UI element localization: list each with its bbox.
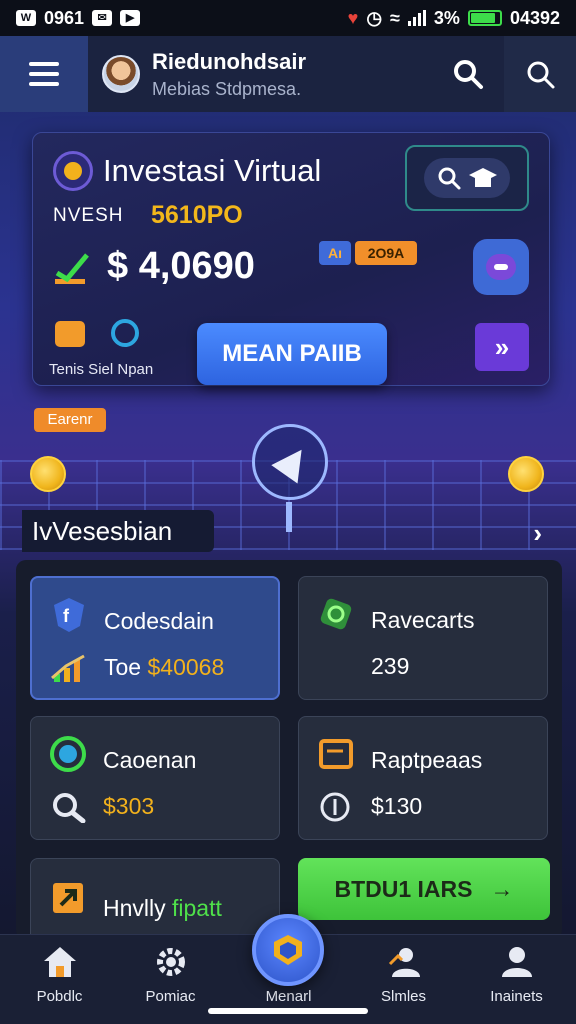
cta-button[interactable]: BTDU1 IARS → — [298, 858, 550, 920]
hero-label-value: 5610PO — [151, 201, 243, 229]
hero-search-button[interactable] — [405, 145, 529, 211]
next-button[interactable]: » — [475, 323, 529, 371]
search-icon — [454, 60, 483, 89]
coin-outline-icon — [320, 792, 350, 822]
alarm-icon: ◷ — [366, 7, 383, 28]
status-time: 0961 — [44, 7, 85, 28]
section-more-arrow[interactable]: › — [533, 518, 542, 549]
compass-icon — [252, 424, 328, 500]
search-icon — [527, 61, 555, 89]
tile-value: $130 — [371, 793, 423, 819]
tile-hnvlly[interactable]: Hnvlly fipatt — [30, 858, 280, 934]
coin-badge-icon — [53, 151, 93, 191]
home-indicator[interactable] — [208, 1008, 368, 1014]
hero-label: NVESH — [53, 205, 124, 226]
nav-label: Menarl — [265, 988, 312, 1005]
search-alt-button[interactable] — [504, 36, 576, 112]
people-icon — [388, 948, 420, 977]
message-icon: ✉ — [92, 10, 113, 26]
center-action-button[interactable] — [252, 914, 324, 986]
svg-text:f: f — [63, 606, 70, 626]
tile-value: $303 — [103, 793, 155, 819]
trend-up-icon — [55, 253, 89, 284]
chip-label-b: 2O9A — [355, 241, 417, 265]
nav-item-home[interactable]: Pobdlc — [2, 935, 117, 1024]
tile-value: 239 — [371, 653, 410, 679]
money-icon — [320, 598, 352, 630]
primary-action-button[interactable]: MEAN PAIIB — [197, 323, 387, 385]
arrow-box-icon — [53, 883, 83, 913]
center-badge-icon — [274, 935, 302, 965]
status-bar: W 0961 ✉ ▶ ♥ ◷ ≈ 3% 04392 — [0, 0, 576, 36]
battery-icon — [467, 10, 502, 26]
cta-label: BTDU1 IARS — [334, 875, 473, 902]
battery-percent: 3% — [433, 7, 460, 28]
hero-title: Investasi Virtual — [103, 153, 322, 188]
hero-caption: Tenis Siel Npan — [49, 361, 154, 378]
profile-name: Riedunohdsair — [152, 48, 307, 74]
search-icon — [438, 167, 461, 190]
tile-codesdain[interactable]: f Codesdain Toe $40068 — [30, 576, 280, 700]
tile-title: Raptpeaas — [371, 747, 483, 773]
wallet-icon — [319, 739, 353, 769]
gear-icon — [156, 948, 185, 976]
chat-button[interactable] — [473, 239, 529, 295]
tile-value: Toe $40068 — [104, 654, 225, 680]
tile-title: Hnvlly fipatt — [103, 895, 222, 921]
coin-icon — [508, 456, 544, 492]
tile-title: Caoenan — [103, 747, 197, 773]
signal-icon — [407, 10, 426, 26]
menu-icon — [29, 62, 59, 66]
notification-icon: W — [16, 10, 36, 26]
investment-hero-card: Investasi Virtual NVESH 5610PO $ 4,0690 … — [32, 132, 550, 386]
home-icon — [43, 947, 76, 977]
nav-label: Pobdlc — [36, 988, 83, 1005]
top-app-bar: Riedunohdsair Mebias Stdpmesa. — [0, 36, 576, 112]
growth-chart-icon — [51, 654, 85, 682]
profile-subtitle: Mebias Stdpmesa. — [152, 78, 302, 99]
compass-stem — [286, 502, 292, 532]
shield-f-icon: f — [54, 598, 84, 632]
avatar[interactable] — [102, 55, 140, 93]
tile-title: Ravecarts — [371, 607, 475, 633]
coin-icon — [30, 456, 66, 492]
nav-label: Inainets — [490, 988, 543, 1005]
heart-icon: ♥ — [347, 7, 359, 28]
chip-label-a: Aı — [319, 241, 351, 265]
search-button[interactable] — [432, 36, 504, 112]
tile-caoenan[interactable]: Caoenan $303 — [30, 716, 280, 840]
wifi-icon: ≈ — [390, 7, 400, 28]
graduation-cap-icon — [469, 168, 497, 187]
tile-raptpeaas[interactable]: Raptpeaas $130 — [298, 716, 548, 840]
target-icon — [50, 736, 86, 772]
chat-bubble-icon — [486, 254, 516, 280]
briefcase-icon — [55, 321, 85, 347]
menu-button[interactable] — [0, 36, 88, 112]
nav-label: Slmles — [380, 988, 426, 1005]
ring-icon — [111, 319, 139, 347]
search-icon — [53, 793, 86, 823]
status-right-text: 04392 — [509, 7, 560, 28]
scene-tag: Earenr — [34, 408, 106, 432]
portfolio-amount: $ 4,0690 — [107, 245, 255, 287]
user-icon — [501, 947, 532, 977]
arrow-right-icon: → — [490, 875, 514, 902]
tile-ravecarts[interactable]: Ravecarts 239 — [298, 576, 548, 700]
section-title: IvVesesbian — [22, 510, 214, 552]
video-icon: ▶ — [120, 10, 141, 26]
nav-label: Pomiac — [145, 988, 196, 1005]
nav-item-user[interactable]: Inainets — [459, 935, 574, 1024]
tile-title: Codesdain — [104, 608, 214, 634]
